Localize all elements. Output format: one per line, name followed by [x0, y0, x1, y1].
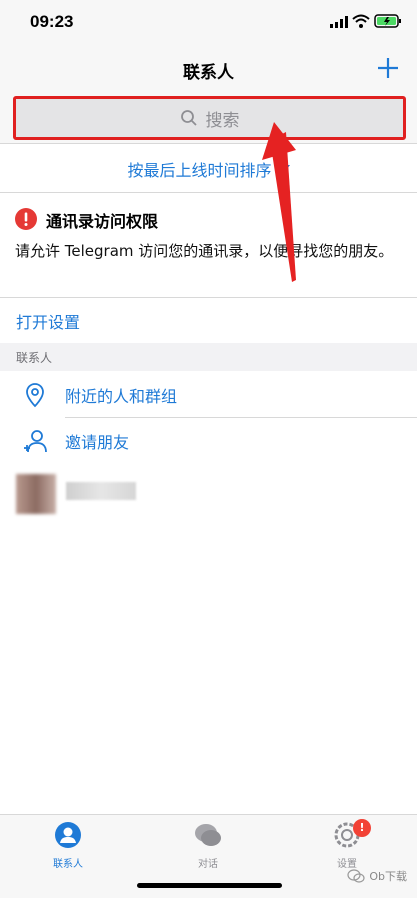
watermark: Ob下载: [347, 868, 407, 884]
navigation-bar: 联系人: [0, 44, 417, 92]
search-placeholder: 搜索: [205, 110, 240, 131]
wechat-icon: [347, 869, 365, 883]
section-header: 联系人: [0, 343, 417, 371]
home-indicator: [137, 883, 282, 888]
chat-bubbles-icon: [195, 824, 221, 846]
cellular-signal-icon: [330, 16, 348, 28]
invite-friends-row[interactable]: 邀请朋友: [0, 418, 417, 464]
search-container: 搜索: [0, 92, 417, 144]
contact-name: [66, 482, 136, 500]
permission-notice: 通讯录访问权限 请允许 Telegram 访问您的通讯录，以便寻找您的朋友。: [0, 194, 417, 296]
status-bar: 09:23: [0, 0, 417, 44]
search-icon: [180, 110, 197, 126]
avatar: [16, 474, 56, 514]
open-settings-link[interactable]: 打开设置: [0, 297, 417, 343]
tab-chats[interactable]: 对话: [168, 821, 248, 870]
tab-contacts-label: 联系人: [53, 859, 83, 870]
watermark-text: Ob下载: [369, 870, 407, 883]
tab-chats-label: 对话: [198, 859, 218, 870]
invite-friends-label: 邀请朋友: [65, 433, 130, 452]
search-input[interactable]: 搜索: [13, 96, 406, 140]
contact-row[interactable]: [0, 466, 417, 518]
annotation-arrow: [262, 122, 296, 282]
person-icon: [55, 822, 81, 848]
sort-selector[interactable]: 按最后上线时间排序: [0, 145, 417, 193]
nearby-people-row[interactable]: 附近的人和群组: [0, 372, 417, 418]
sort-label: 按最后上线时间排序: [127, 160, 272, 180]
permission-description: 请允许 Telegram 访问您的通讯录，以便寻找您的朋友。: [15, 242, 394, 260]
battery-icon: [374, 14, 401, 28]
add-person-icon: [24, 430, 47, 453]
settings-badge: !: [353, 819, 371, 837]
plus-icon[interactable]: [373, 50, 403, 84]
tab-contacts[interactable]: 联系人: [28, 821, 108, 870]
alert-icon: [15, 208, 37, 230]
nearby-people-label: 附近的人和群组: [65, 387, 178, 406]
location-pin-icon: [26, 383, 44, 408]
permission-title: 通讯录访问权限: [46, 212, 159, 231]
tab-settings[interactable]: ! 设置: [307, 819, 387, 870]
clock: 09:23: [30, 12, 74, 31]
page-title: 联系人: [183, 63, 234, 83]
wifi-icon: [352, 14, 370, 28]
